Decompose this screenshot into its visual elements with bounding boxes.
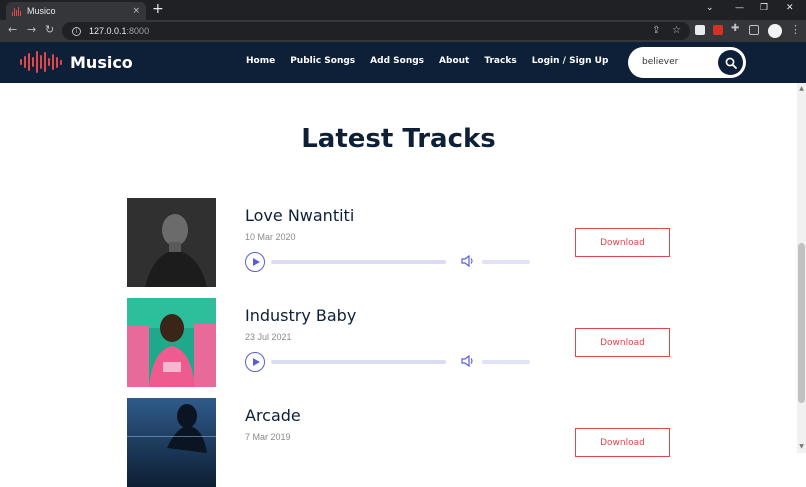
nav-add-songs[interactable]: Add Songs — [370, 56, 424, 66]
search-icon — [725, 57, 737, 69]
page-scrollbar[interactable]: ▲ ▼ — [797, 83, 806, 453]
bookmark-star-icon[interactable]: ☆ — [672, 25, 681, 36]
nav-tracks[interactable]: Tracks — [484, 56, 516, 66]
site-info-icon[interactable]: i — [72, 26, 81, 36]
url-text: 127.0.0.1:8000 — [89, 26, 150, 36]
track-cover-image — [127, 298, 216, 387]
close-window-icon[interactable]: ✕ — [786, 3, 794, 13]
track-date: 23 Jul 2021 — [245, 332, 292, 342]
track-item: Industry Baby 23 Jul 2021 Download — [127, 298, 687, 387]
volume-slider[interactable] — [482, 260, 530, 264]
track-date: 10 Mar 2020 — [245, 232, 296, 242]
browser-tabbar: Musico × + ⌄ — ❐ ✕ — [0, 0, 806, 20]
play-icon — [252, 358, 260, 366]
extensions-puzzle-icon[interactable]: ✚ — [731, 23, 739, 34]
search-button[interactable] — [718, 50, 743, 75]
browser-toolbar: ← → ↻ i 127.0.0.1:8000 ⇪ ☆ ✚ ⋮ — [0, 20, 806, 42]
tab-title: Musico — [27, 6, 56, 16]
site-header: Musico Home Public Songs Add Songs About… — [0, 42, 806, 83]
nav-public-songs[interactable]: Public Songs — [290, 56, 355, 66]
search-input[interactable] — [642, 55, 722, 69]
browser-menu-icon[interactable]: ⋮ — [790, 23, 801, 36]
reload-icon[interactable]: ↻ — [45, 23, 54, 36]
soundwave-logo-icon — [20, 50, 62, 74]
volume-icon[interactable] — [461, 355, 475, 367]
play-button[interactable] — [245, 252, 265, 272]
track-date: 7 Mar 2019 — [245, 432, 291, 442]
main-nav: Home Public Songs Add Songs About Tracks… — [246, 56, 608, 66]
browser-tab[interactable]: Musico × — [6, 2, 146, 20]
play-button[interactable] — [245, 352, 265, 372]
nav-home[interactable]: Home — [246, 56, 275, 66]
download-button[interactable]: Download — [575, 228, 670, 257]
track-title: Arcade — [245, 406, 301, 425]
extension-red-icon[interactable] — [713, 25, 723, 35]
scroll-up-arrow-icon[interactable]: ▲ — [798, 85, 805, 92]
profile-avatar[interactable] — [768, 24, 782, 38]
scroll-down-arrow-icon[interactable]: ▼ — [798, 443, 805, 450]
new-tab-button[interactable]: + — [152, 1, 164, 17]
close-tab-icon[interactable]: × — [132, 6, 140, 16]
restore-icon[interactable]: ❐ — [760, 3, 768, 13]
search-box — [628, 47, 746, 78]
page-title: Latest Tracks — [301, 124, 496, 154]
brand-name: Musico — [70, 52, 133, 72]
seek-bar[interactable] — [271, 360, 446, 364]
address-bar[interactable]: i 127.0.0.1:8000 ⇪ ☆ — [62, 22, 690, 40]
nav-about[interactable]: About — [439, 56, 469, 66]
tab-search-icon[interactable]: ⌄ — [706, 3, 714, 13]
minimize-icon[interactable]: — — [735, 3, 744, 13]
volume-icon[interactable] — [461, 255, 475, 267]
track-cover-image — [127, 398, 216, 487]
volume-slider[interactable] — [482, 360, 530, 364]
track-item: Love Nwantiti 10 Mar 2020 Download — [127, 198, 687, 287]
nav-login-signup[interactable]: Login / Sign Up — [532, 56, 609, 66]
sidepanel-icon[interactable] — [749, 25, 759, 35]
track-item: Arcade 7 Mar 2019 Download — [127, 398, 687, 487]
musico-favicon-icon — [12, 6, 21, 16]
back-arrow-icon[interactable]: ← — [8, 23, 17, 36]
track-title: Love Nwantiti — [245, 206, 355, 225]
forward-arrow-icon[interactable]: → — [27, 23, 36, 36]
seek-bar[interactable] — [271, 260, 446, 264]
track-cover-image — [127, 198, 216, 287]
scroll-thumb[interactable] — [798, 243, 805, 403]
play-icon — [252, 258, 260, 266]
extension-page-icon[interactable] — [695, 25, 705, 35]
share-icon[interactable]: ⇪ — [652, 25, 660, 36]
brand-logo[interactable]: Musico — [20, 50, 133, 74]
download-button[interactable]: Download — [575, 328, 670, 357]
track-title: Industry Baby — [245, 306, 357, 325]
